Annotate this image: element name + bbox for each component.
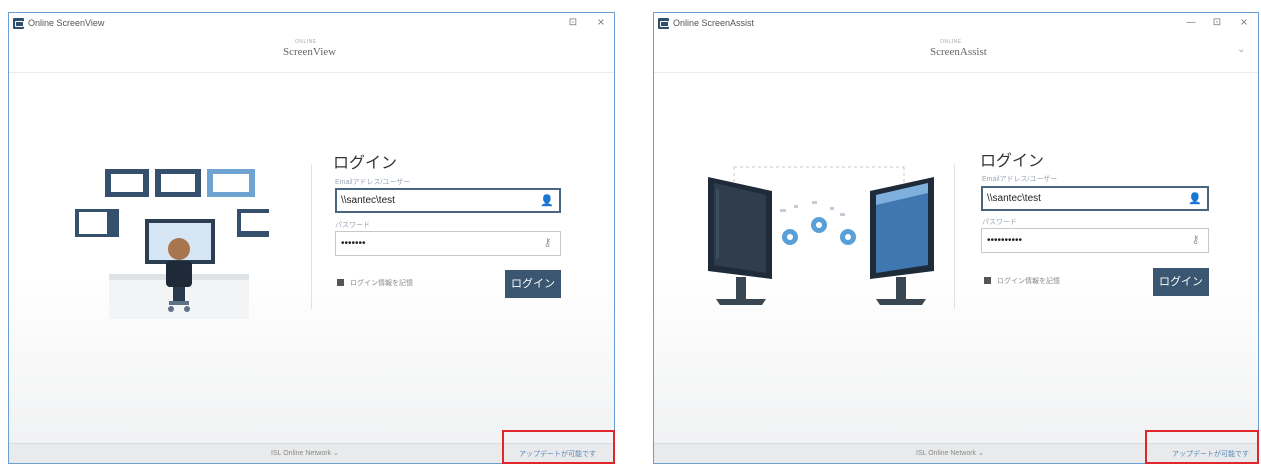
product-logo: ScreenView	[283, 46, 337, 58]
support-agent-illustration	[75, 169, 269, 319]
remember-checkbox[interactable]	[337, 279, 344, 286]
email-label: Emailアドレス/ユーザー	[982, 176, 1058, 183]
password-value: ••••••••••	[987, 235, 1023, 246]
login-heading: ログイン	[333, 153, 398, 172]
maximize-icon[interactable]: ⊡	[566, 17, 580, 29]
main-content: ログイン Emailアドレス/ユーザー \\santec\test 👤 パスワー…	[654, 74, 1258, 443]
minimize-icon[interactable]: —	[1184, 17, 1198, 29]
screenview-window: Online ScreenView ⊡ × ONLINE ScreenView	[8, 12, 615, 464]
header: ONLINE ScreenAssist ⌄	[654, 35, 1258, 73]
logo-small-text: ONLINE	[940, 39, 962, 45]
email-field[interactable]: \\santec\test 👤	[335, 188, 561, 213]
app-icon	[658, 18, 669, 29]
password-field[interactable]: ••••••• ⚷	[335, 231, 561, 256]
email-value: \\santec\test	[341, 195, 395, 206]
password-label: パスワード	[335, 222, 370, 229]
header: ONLINE ScreenView	[9, 35, 614, 73]
password-field[interactable]: •••••••••• ⚷	[981, 228, 1209, 253]
window-title: Online ScreenAssist	[673, 18, 755, 28]
network-selector[interactable]: ISL Online Network ⌄	[916, 449, 984, 457]
remote-connection-illustration	[708, 166, 934, 305]
close-icon[interactable]: ×	[594, 17, 608, 29]
update-link-highlight-right	[1145, 430, 1259, 464]
content-divider	[954, 164, 955, 309]
window-title: Online ScreenView	[28, 18, 105, 28]
screenassist-window: Online ScreenAssist — ⊡ × ONLINE ScreenA…	[653, 12, 1259, 464]
title-bar[interactable]: Online ScreenAssist — ⊡ ×	[654, 13, 1258, 35]
maximize-icon[interactable]: ⊡	[1210, 17, 1224, 29]
update-link-highlight-left	[502, 430, 615, 464]
network-selector[interactable]: ISL Online Network ⌄	[271, 449, 339, 457]
main-content: ログイン Emailアドレス/ユーザー \\santec\test 👤 パスワー…	[9, 74, 614, 443]
remember-checkbox[interactable]	[984, 277, 991, 284]
logo-small-text: ONLINE	[295, 39, 317, 45]
login-button[interactable]: ログイン	[1153, 268, 1209, 296]
email-value: \\santec\test	[987, 193, 1041, 204]
login-button[interactable]: ログイン	[505, 270, 561, 298]
user-icon: 👤	[540, 195, 554, 207]
key-icon: ⚷	[543, 237, 552, 249]
content-divider	[311, 164, 312, 309]
remember-label: ログイン情報を記憶	[997, 278, 1060, 285]
email-label: Emailアドレス/ユーザー	[335, 179, 411, 186]
remember-label: ログイン情報を記憶	[350, 280, 413, 287]
chevron-down-icon[interactable]: ⌄	[1237, 44, 1245, 55]
product-logo: ScreenAssist	[930, 46, 987, 58]
password-value: •••••••	[341, 238, 366, 249]
password-label: パスワード	[982, 219, 1017, 226]
user-icon: 👤	[1188, 193, 1202, 205]
title-bar[interactable]: Online ScreenView ⊡ ×	[9, 13, 614, 35]
key-icon: ⚷	[1191, 234, 1200, 246]
app-icon	[13, 18, 24, 29]
email-field[interactable]: \\santec\test 👤	[981, 186, 1209, 211]
login-heading: ログイン	[980, 151, 1045, 170]
close-icon[interactable]: ×	[1237, 17, 1251, 29]
